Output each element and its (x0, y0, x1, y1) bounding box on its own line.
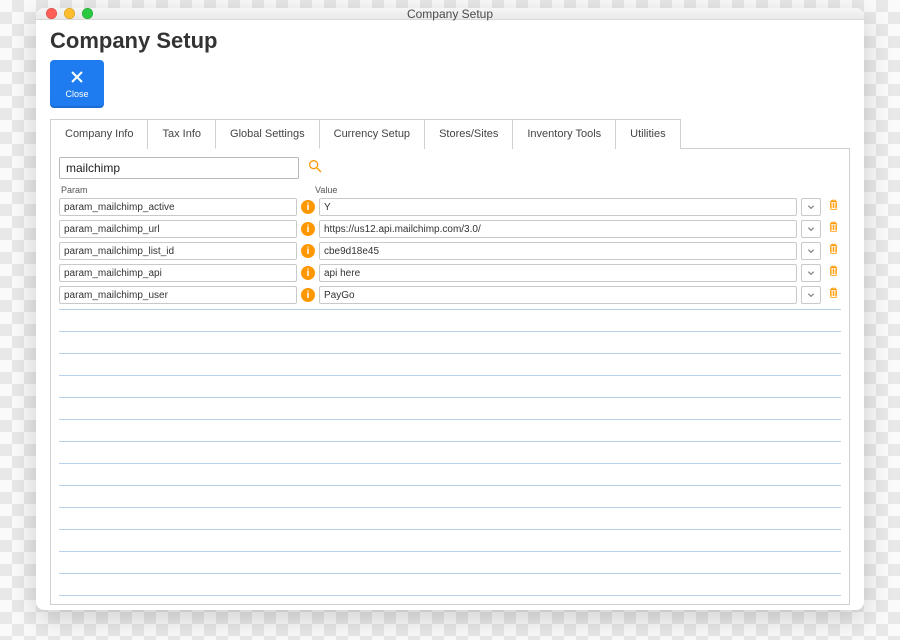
empty-row (59, 332, 841, 354)
info-icon[interactable]: i (301, 200, 315, 214)
search-row (59, 157, 841, 179)
delete-button[interactable] (825, 242, 841, 260)
param-cell[interactable]: param_mailchimp_active (59, 198, 297, 216)
trash-icon (827, 198, 840, 216)
table-row: param_mailchimp_api i api here (59, 263, 841, 283)
param-cell[interactable]: param_mailchimp_url (59, 220, 297, 238)
search-input[interactable] (59, 157, 299, 179)
table-headers: Param Value (59, 183, 841, 197)
chevron-down-icon (807, 220, 815, 238)
param-cell[interactable]: param_mailchimp_api (59, 264, 297, 282)
dropdown-button[interactable] (801, 220, 821, 238)
delete-button[interactable] (825, 198, 841, 216)
dropdown-button[interactable] (801, 264, 821, 282)
close-icon (70, 70, 84, 86)
content-area: Company Setup Close Company Info Tax Inf… (36, 20, 864, 619)
tab-global-settings[interactable]: Global Settings (215, 119, 320, 149)
tab-utilities[interactable]: Utilities (615, 119, 680, 149)
tab-label: Global Settings (230, 128, 305, 140)
param-rows: param_mailchimp_activeiYparam_mailchimp_… (59, 197, 841, 305)
close-button[interactable]: Close (50, 60, 104, 108)
trash-icon (827, 242, 840, 260)
chevron-down-icon (807, 198, 815, 216)
empty-row (59, 508, 841, 530)
delete-button[interactable] (825, 220, 841, 238)
window-title: Company Setup (36, 7, 864, 21)
tab-label: Tax Info (162, 128, 201, 140)
tab-inventory-tools[interactable]: Inventory Tools (512, 119, 616, 149)
empty-row (59, 486, 841, 508)
close-button-label: Close (65, 89, 88, 99)
table-row: param_mailchimp_url i https://us12.api.mai… (59, 219, 841, 239)
chevron-down-icon (807, 264, 815, 282)
settings-panel: Param Value param_mailchimp_activeiYpara… (50, 148, 850, 605)
tab-label: Stores/Sites (439, 128, 498, 140)
chevron-down-icon (807, 286, 815, 304)
page-title: Company Setup (50, 28, 850, 54)
empty-row (59, 464, 841, 486)
table-row: param_mailchimp_list_id i cbe9d18e45 (59, 241, 841, 261)
tab-currency-setup[interactable]: Currency Setup (319, 119, 425, 149)
empty-row (59, 420, 841, 442)
dropdown-button[interactable] (801, 286, 821, 304)
table-row: param_mailchimp_user i PayGo (59, 285, 841, 305)
info-icon[interactable]: i (301, 288, 315, 302)
chevron-down-icon (807, 242, 815, 260)
info-icon[interactable]: i (301, 244, 315, 258)
info-icon[interactable]: i (301, 266, 315, 280)
tab-company-info[interactable]: Company Info (50, 119, 148, 149)
empty-rows (59, 309, 841, 596)
empty-row (59, 398, 841, 420)
trash-icon (827, 220, 840, 238)
tab-label: Inventory Tools (527, 128, 601, 140)
value-cell[interactable]: PayGo (319, 286, 797, 304)
param-cell[interactable]: param_mailchimp_user (59, 286, 297, 304)
delete-button[interactable] (825, 264, 841, 282)
trash-icon (827, 286, 840, 304)
value-cell[interactable]: cbe9d18e45 (319, 242, 797, 260)
dropdown-button[interactable] (801, 242, 821, 260)
empty-row (59, 574, 841, 596)
empty-row (59, 442, 841, 464)
tab-label: Company Info (65, 128, 133, 140)
value-cell[interactable]: Y (319, 198, 797, 216)
param-cell[interactable]: param_mailchimp_list_id (59, 242, 297, 260)
search-icon[interactable] (307, 158, 323, 179)
tab-label: Utilities (630, 128, 665, 140)
table-row: param_mailchimp_active iY (59, 197, 841, 217)
app-window: Company Setup Company Setup Close Compan… (36, 8, 864, 610)
trash-icon (827, 264, 840, 282)
tab-label: Currency Setup (334, 128, 410, 140)
header-value: Value (315, 185, 841, 195)
tab-bar: Company Info Tax Info Global Settings Cu… (50, 118, 850, 148)
tab-tax-info[interactable]: Tax Info (147, 119, 216, 149)
empty-row (59, 530, 841, 552)
empty-row (59, 354, 841, 376)
empty-row (59, 310, 841, 332)
empty-row (59, 376, 841, 398)
tab-stores-sites[interactable]: Stores/Sites (424, 119, 513, 149)
header-param: Param (61, 185, 315, 195)
value-cell[interactable]: https://us12.api.mailchimp.com/3.0/ (319, 220, 797, 238)
info-icon[interactable]: i (301, 222, 315, 236)
value-cell[interactable]: api here (319, 264, 797, 282)
dropdown-button[interactable] (801, 198, 821, 216)
empty-row (59, 552, 841, 574)
delete-button[interactable] (825, 286, 841, 304)
titlebar: Company Setup (36, 8, 864, 20)
